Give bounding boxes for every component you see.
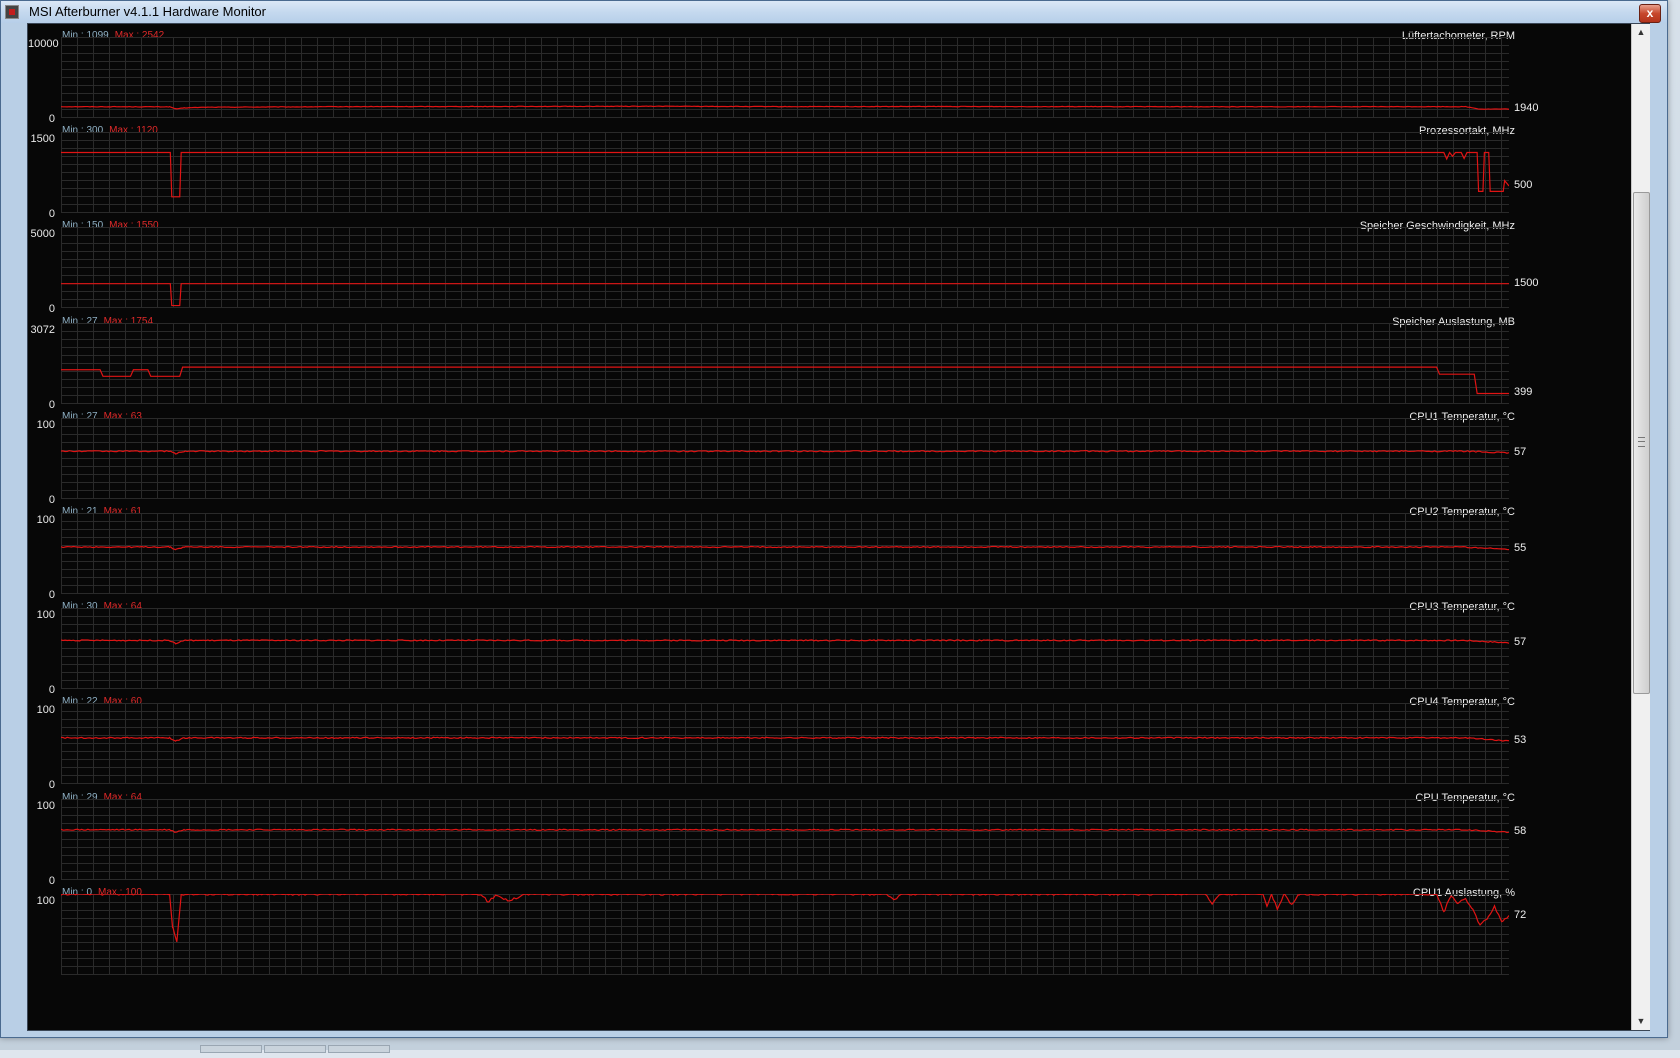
current-value: 399	[1514, 386, 1533, 399]
graph-plot	[61, 227, 1509, 309]
y-axis-max-label: 100	[36, 894, 55, 907]
graph-panel: 1500 0 Min : 300 Max : 1120 Prozessortakt, M…	[28, 119, 1631, 221]
y-axis-max-label: 100	[36, 418, 55, 431]
graph-line	[61, 105, 1509, 110]
current-value: 53	[1514, 734, 1527, 747]
taskbar-tabs	[200, 1040, 400, 1053]
current-value: 57	[1514, 445, 1527, 458]
app-icon	[5, 5, 19, 19]
graph-line	[61, 151, 1509, 198]
vertical-scrollbar[interactable]: ▲ ▼	[1631, 24, 1650, 1030]
graph-grid	[61, 798, 1509, 880]
current-value: 500	[1514, 179, 1533, 192]
graph-plot	[61, 608, 1509, 690]
graph-line	[61, 828, 1509, 833]
taskbar-tab[interactable]	[200, 1045, 262, 1053]
graph-panel: 5000 0 Min : 150 Max : 1550 Speicher Geschwi…	[28, 214, 1631, 316]
graph-list: 10000 0 Min : 1099 Max : 2542 Lüftertachomet…	[28, 24, 1631, 1030]
scroll-up-icon[interactable]: ▲	[1632, 24, 1650, 41]
graph-panel: 100 0 Min : 22 Max : 60 CPU4 Temperatur, °C 5…	[28, 690, 1631, 792]
graph-line	[61, 545, 1509, 551]
scroll-down-icon[interactable]: ▼	[1632, 1013, 1650, 1030]
graph-panel: 100 0 Min : 29 Max : 64 CPU Temperatur, °C 58	[28, 786, 1631, 888]
graph-plot	[61, 703, 1509, 785]
graph-plot	[61, 798, 1509, 880]
y-axis-max-label: 10000	[28, 38, 59, 50]
graph-panel: 3072 0 Min : 27 Max : 1754 Speicher Auslastu…	[28, 310, 1631, 412]
graph-plot	[61, 417, 1509, 499]
graph-grid	[61, 893, 1509, 975]
scroll-grip-icon	[1638, 437, 1645, 447]
graph-plot	[61, 37, 1509, 118]
graph-plot	[61, 513, 1509, 594]
graph-grid	[61, 417, 1509, 499]
y-axis-max-label: 5000	[30, 228, 55, 241]
y-axis-max-label: 100	[36, 704, 55, 717]
graph-plot	[61, 322, 1509, 404]
graph-grid	[61, 227, 1509, 309]
current-value: 1940	[1514, 102, 1539, 115]
graph-panel: 100 Min : 0 Max : 100 CPU1 Auslastung, % 72	[28, 881, 1631, 983]
title-bar[interactable]: MSI Afterburner v4.1.1 Hardware Monitor …	[1, 1, 1667, 23]
current-value: 55	[1514, 542, 1527, 555]
taskbar-tab[interactable]	[328, 1045, 390, 1053]
graph-line	[61, 736, 1509, 743]
current-value: 58	[1514, 824, 1527, 837]
taskbar-tab[interactable]	[264, 1045, 326, 1053]
graph-panel: 100 0 Min : 30 Max : 64 CPU3 Temperatur, °C 5…	[28, 595, 1631, 697]
graph-line	[61, 283, 1509, 307]
window-title: MSI Afterburner v4.1.1 Hardware Monitor	[29, 4, 266, 19]
scroll-thumb[interactable]	[1633, 192, 1650, 694]
current-value: 57	[1514, 636, 1527, 649]
y-axis-max-label: 3072	[30, 323, 55, 336]
y-axis-max-label: 100	[36, 514, 55, 526]
graph-panel: 100 0 Min : 27 Max : 63 CPU1 Temperatur, °C 5…	[28, 405, 1631, 507]
y-axis-max-label: 100	[36, 609, 55, 622]
hardware-monitor-window: MSI Afterburner v4.1.1 Hardware Monitor …	[0, 0, 1668, 1038]
graph-grid	[61, 322, 1509, 404]
graph-grid	[61, 513, 1509, 594]
current-value: 72	[1514, 909, 1527, 922]
monitor-client-area: 10000 0 Min : 1099 Max : 2542 Lüftertachomet…	[27, 23, 1650, 1031]
graph-plot	[61, 132, 1509, 214]
close-button[interactable]: x	[1639, 4, 1661, 23]
graph-grid	[61, 608, 1509, 690]
graph-line	[61, 449, 1509, 455]
graph-panel: 100 0 Min : 21 Max : 61 CPU2 Temperatur, °C 5…	[28, 500, 1631, 602]
graph-plot	[61, 893, 1509, 975]
y-axis-max-label: 100	[36, 799, 55, 812]
graph-panel: 10000 0 Min : 1099 Max : 2542 Lüftertachomet…	[28, 24, 1631, 126]
graph-line	[61, 639, 1509, 645]
current-value: 1500	[1514, 277, 1539, 290]
graph-grid	[61, 132, 1509, 214]
y-axis-max-label: 1500	[30, 133, 55, 146]
graph-grid	[61, 703, 1509, 785]
